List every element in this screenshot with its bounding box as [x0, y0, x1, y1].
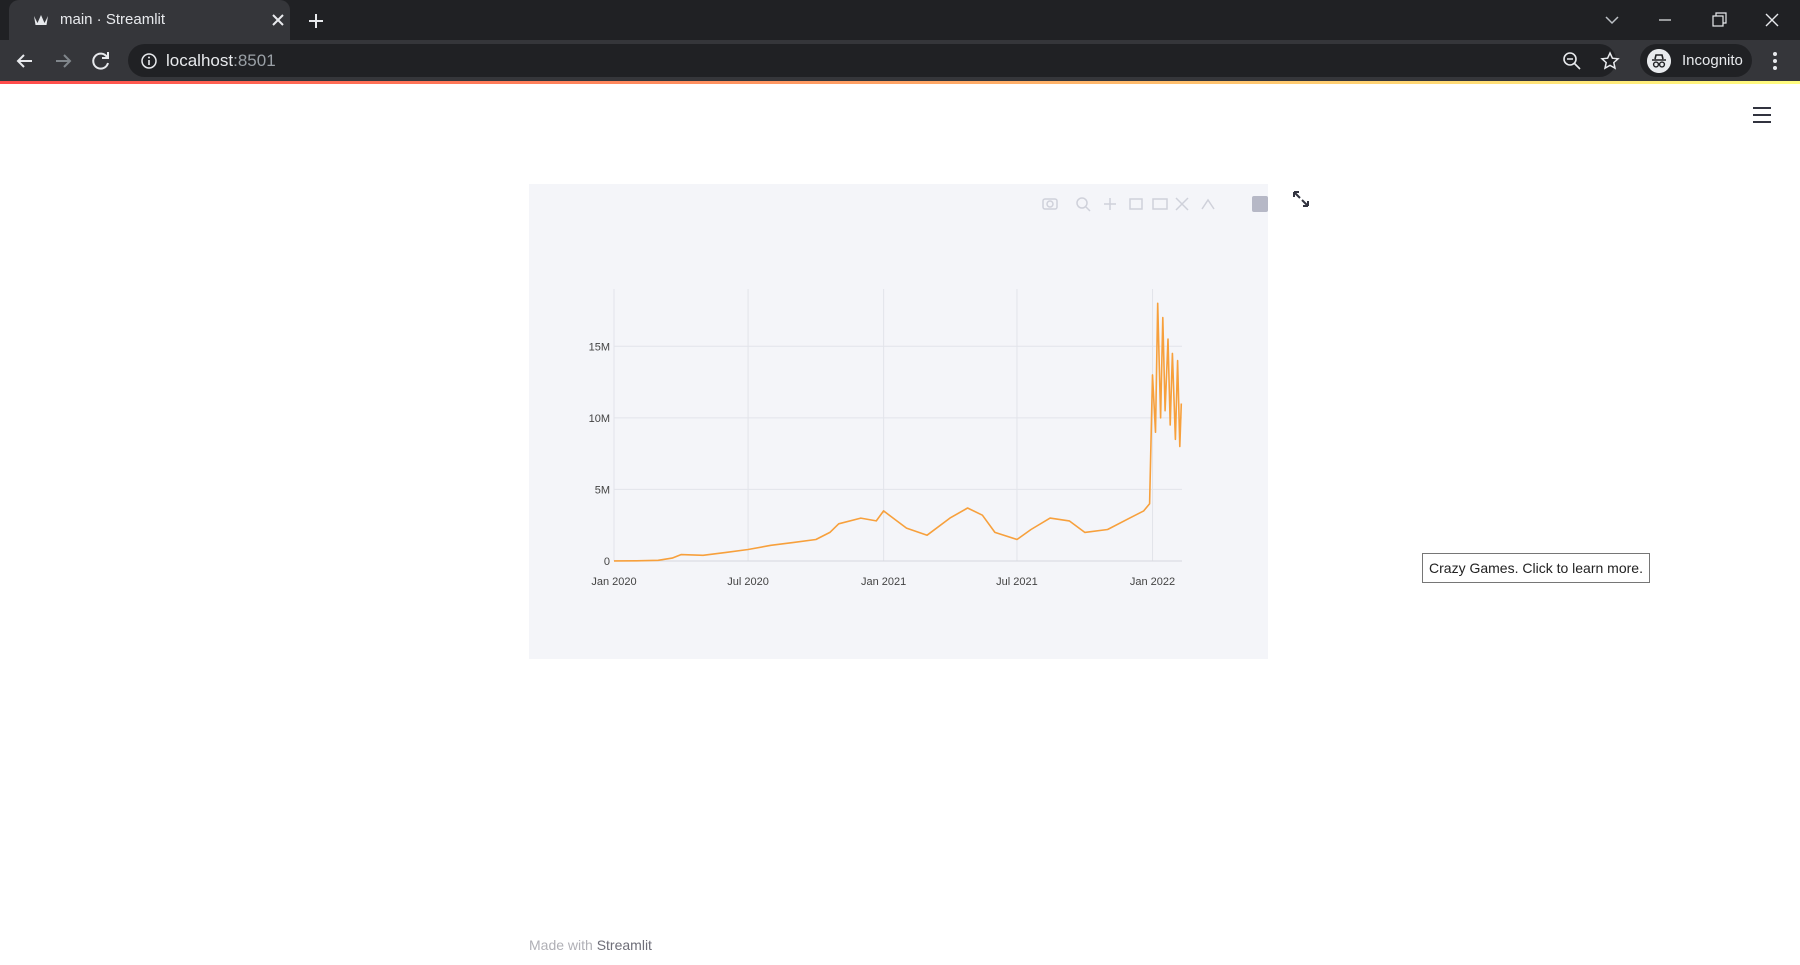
plotly-modebar: [1042, 196, 1268, 212]
tooltip: Crazy Games. Click to learn more.: [1422, 553, 1650, 583]
star-icon[interactable]: [1600, 51, 1620, 71]
reload-icon[interactable]: [88, 48, 114, 74]
autoscale-icon[interactable]: [1175, 197, 1189, 211]
y-tick-label: 0: [604, 556, 610, 568]
footer-prefix: Made with: [529, 937, 597, 953]
x-tick-label: Jul 2020: [727, 576, 769, 588]
plus-icon[interactable]: [305, 10, 327, 32]
url-host: localhost: [166, 51, 234, 70]
minimize-icon[interactable]: [1653, 8, 1677, 32]
x-tick-label: Jan 2022: [1130, 576, 1175, 588]
chevron-down-icon[interactable]: [1600, 8, 1624, 32]
lasso-icon[interactable]: [1152, 198, 1168, 210]
footer-brand-link[interactable]: Streamlit: [597, 937, 652, 953]
footer: Made with Streamlit: [529, 937, 652, 953]
close-icon[interactable]: [270, 12, 286, 28]
plotly-logo-icon[interactable]: [1252, 196, 1268, 212]
url-text[interactable]: localhost:8501: [166, 51, 276, 71]
series-line: [613, 302, 1183, 562]
profile-button[interactable]: Incognito: [1640, 44, 1752, 77]
y-tick-label: 10M: [589, 413, 610, 425]
y-tick-label: 5M: [595, 484, 610, 496]
browser-tab-strip: main · Streamlit: [0, 0, 1800, 40]
profile-label: Incognito: [1682, 52, 1743, 69]
arrow-left-icon[interactable]: [12, 48, 38, 74]
restore-icon[interactable]: [1707, 8, 1731, 32]
hamburger-menu-icon[interactable]: [1750, 104, 1774, 126]
camera-icon[interactable]: [1042, 198, 1058, 210]
info-icon[interactable]: [140, 52, 158, 70]
zoom-out-icon[interactable]: [1562, 51, 1582, 71]
close-icon[interactable]: [1760, 8, 1784, 32]
streamlit-crown-icon: [34, 15, 48, 25]
arrow-right-icon[interactable]: [50, 48, 76, 74]
box-select-icon[interactable]: [1129, 198, 1143, 210]
x-tick-label: Jan 2020: [591, 576, 636, 588]
kebab-menu-icon[interactable]: [1765, 49, 1785, 73]
x-tick-label: Jul 2021: [996, 576, 1038, 588]
address-bar[interactable]: localhost:8501: [128, 44, 1620, 77]
expand-arrows-icon[interactable]: [1290, 188, 1312, 210]
streamlit-decoration-bar: [0, 81, 1800, 84]
tab-title: main · Streamlit: [60, 11, 166, 28]
browser-toolbar: localhost:8501 Incognito: [0, 40, 1800, 81]
x-tick-label: Jan 2021: [861, 576, 906, 588]
line-chart[interactable]: Jan 2020 Jul 2020 Jan 2021 Jul 2021 Jan 2022…: [529, 184, 1268, 659]
zoom-icon[interactable]: [1076, 197, 1091, 212]
reset-axes-icon[interactable]: [1201, 198, 1215, 210]
browser-tab[interactable]: main · Streamlit: [9, 0, 290, 40]
pan-icon[interactable]: [1104, 198, 1116, 210]
url-port: :8501: [233, 51, 276, 70]
incognito-icon: [1647, 49, 1671, 73]
y-tick-label: 15M: [589, 341, 610, 353]
